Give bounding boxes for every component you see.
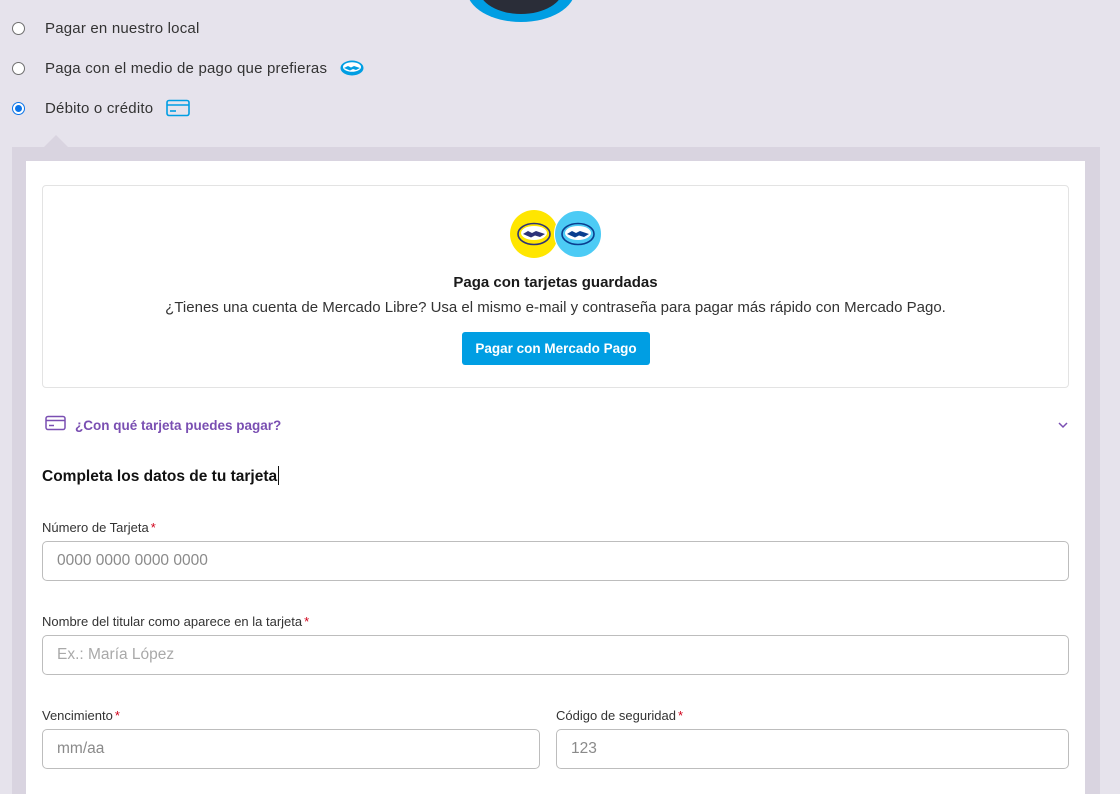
panel-caret <box>44 135 68 147</box>
mercado-logos <box>510 210 604 260</box>
saved-cards-title: Paga con tarjetas guardadas <box>453 274 658 291</box>
radio-button[interactable] <box>12 61 25 75</box>
payment-option-label: Débito o crédito <box>45 99 154 117</box>
holder-name-label: Nombre del titular como aparece en la ta… <box>42 614 310 629</box>
expiry-label: Vencimiento * <box>42 708 120 723</box>
credit-card-icon <box>166 99 191 117</box>
saved-cards-description: ¿Tienes una cuenta de Mercado Libre? Usa… <box>165 299 946 316</box>
mercadolibre-logo-icon <box>510 210 558 258</box>
chevron-down-icon[interactable] <box>1057 417 1069 435</box>
saved-cards-box: Paga con tarjetas guardadas ¿Tienes una … <box>42 185 1069 388</box>
security-code-input[interactable] <box>556 729 1069 769</box>
accepted-cards-label: ¿Con qué tarjeta puedes pagar? <box>75 417 282 433</box>
radio-button[interactable] <box>12 21 25 35</box>
mercadopago-logo-icon <box>554 210 602 258</box>
accepted-cards-accordion[interactable]: ¿Con qué tarjeta puedes pagar? <box>45 414 1073 436</box>
expiry-input[interactable] <box>42 729 540 769</box>
payment-option-label: Paga con el medio de pago que prefieras <box>45 59 328 77</box>
card-form-title: Completa los datos de tu tarjeta <box>42 466 280 485</box>
holder-name-input[interactable] <box>42 635 1069 675</box>
credit-card-icon <box>45 415 66 436</box>
mercadopago-handshake-icon <box>340 60 364 76</box>
text-cursor <box>278 466 280 485</box>
card-number-input[interactable] <box>42 541 1069 581</box>
security-code-label: Código de seguridad * <box>556 708 684 723</box>
store-logo <box>467 0 575 22</box>
payment-option-mercadopago[interactable]: Paga con el medio de pago que prefieras <box>12 57 364 79</box>
payment-option-local[interactable]: Pagar en nuestro local <box>12 17 200 39</box>
pay-with-mercadopago-button[interactable]: Pagar con Mercado Pago <box>462 332 650 365</box>
payment-option-card[interactable]: Débito o crédito <box>12 97 191 119</box>
radio-button[interactable] <box>12 101 25 115</box>
payment-option-label: Pagar en nuestro local <box>45 19 200 37</box>
card-number-label: Número de Tarjeta * <box>42 520 156 535</box>
